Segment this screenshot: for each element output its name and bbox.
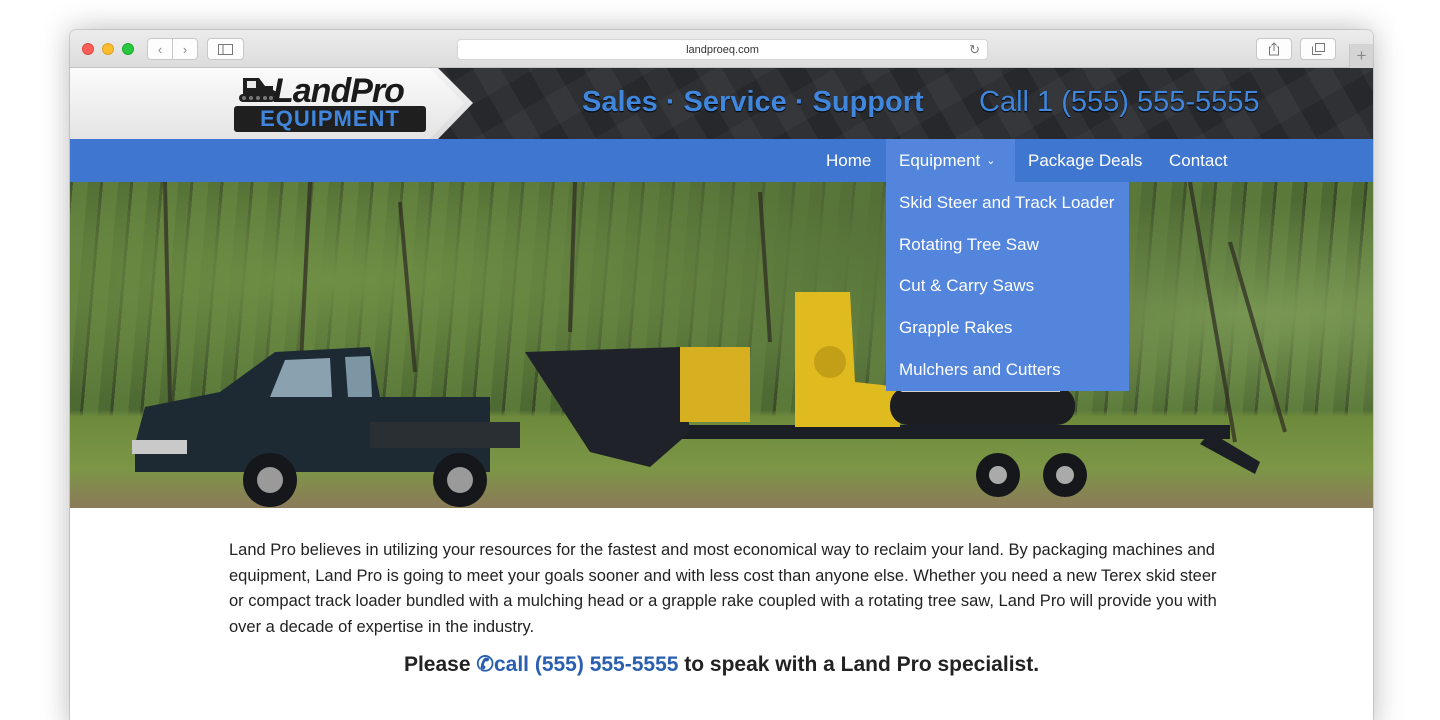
sidebar-button[interactable] bbox=[207, 38, 244, 60]
equipment-dropdown-menu: Skid Steer and Track Loader Rotating Tre… bbox=[886, 182, 1129, 391]
site-header: LandPro EQUIPMENT Sales · Service · Supp… bbox=[70, 68, 1373, 139]
header-tagline: Sales · Service · Support bbox=[582, 86, 924, 118]
url-text: landproeq.com bbox=[686, 43, 759, 56]
share-icon bbox=[1269, 42, 1279, 56]
header-phone[interactable]: Call 1 (555) 555-5555 bbox=[979, 86, 1260, 119]
share-button[interactable] bbox=[1256, 38, 1292, 60]
logo-subtitle: EQUIPMENT bbox=[234, 106, 426, 132]
nav-item-contact[interactable]: Contact bbox=[1156, 139, 1241, 182]
dropdown-item-grapple-rakes[interactable]: Grapple Rakes bbox=[886, 307, 1129, 349]
browser-toolbar: ‹ › landproeq.com ↻ + bbox=[70, 30, 1373, 68]
sidebar-icon bbox=[218, 43, 233, 55]
call-link-label: call (555) 555-5555 bbox=[493, 653, 679, 676]
main-navigation: Home Equipment ⌄ Package Deals Contact bbox=[70, 139, 1373, 182]
nav-item-home[interactable]: Home bbox=[813, 139, 884, 182]
nav-item-equipment[interactable]: Equipment ⌄ bbox=[886, 139, 1015, 182]
call-phone-link[interactable]: ✆call (555) 555-5555 bbox=[476, 653, 678, 676]
nav-item-label: Equipment bbox=[899, 150, 981, 170]
tabs-icon bbox=[1311, 43, 1325, 55]
minimize-window-button[interactable] bbox=[102, 43, 114, 55]
new-tab-button[interactable]: + bbox=[1349, 44, 1373, 68]
logo-wordmark: LandPro bbox=[273, 72, 405, 110]
chevron-down-icon: ⌄ bbox=[986, 155, 996, 167]
tabs-button[interactable] bbox=[1300, 38, 1336, 60]
nav-item-label: Package Deals bbox=[1028, 150, 1143, 170]
dropdown-item-mulchers-cutters[interactable]: Mulchers and Cutters bbox=[886, 349, 1129, 391]
cta-text-before: Please bbox=[403, 653, 477, 676]
dropdown-item-rotating-tree-saw[interactable]: Rotating Tree Saw bbox=[886, 224, 1129, 266]
address-bar[interactable]: landproeq.com ↻ bbox=[457, 39, 988, 60]
truck-trailer-illustration bbox=[132, 182, 1287, 507]
cta-text-after: to speak with a Land Pro specialist. bbox=[678, 653, 1040, 676]
dropdown-item-skid-steer[interactable]: Skid Steer and Track Loader bbox=[886, 182, 1129, 224]
logo-link[interactable]: LandPro EQUIPMENT bbox=[70, 68, 464, 139]
hero-image bbox=[70, 182, 1373, 508]
nav-item-package-deals[interactable]: Package Deals bbox=[1015, 139, 1155, 182]
nav-item-label: Contact bbox=[1169, 150, 1228, 170]
close-window-button[interactable] bbox=[82, 43, 94, 55]
back-icon: ‹ bbox=[157, 41, 163, 57]
forward-button[interactable]: › bbox=[172, 38, 198, 60]
reload-icon[interactable]: ↻ bbox=[969, 42, 980, 58]
back-button[interactable]: ‹ bbox=[147, 38, 173, 60]
nav-item-label: Home bbox=[826, 150, 872, 170]
phone-icon: ✆ bbox=[476, 653, 494, 676]
plus-icon: + bbox=[1356, 46, 1367, 65]
intro-paragraph: Land Pro believes in utilizing your reso… bbox=[229, 541, 1217, 636]
browser-window: ‹ › landproeq.com ↻ + LandPro EQUIPMENT … bbox=[70, 30, 1373, 720]
forward-icon: › bbox=[182, 41, 188, 57]
zoom-window-button[interactable] bbox=[122, 43, 134, 55]
dropdown-item-cut-carry-saws[interactable]: Cut & Carry Saws bbox=[886, 266, 1129, 308]
call-to-action: Please ✆call (555) 555-5555 to speak wit… bbox=[70, 652, 1373, 677]
